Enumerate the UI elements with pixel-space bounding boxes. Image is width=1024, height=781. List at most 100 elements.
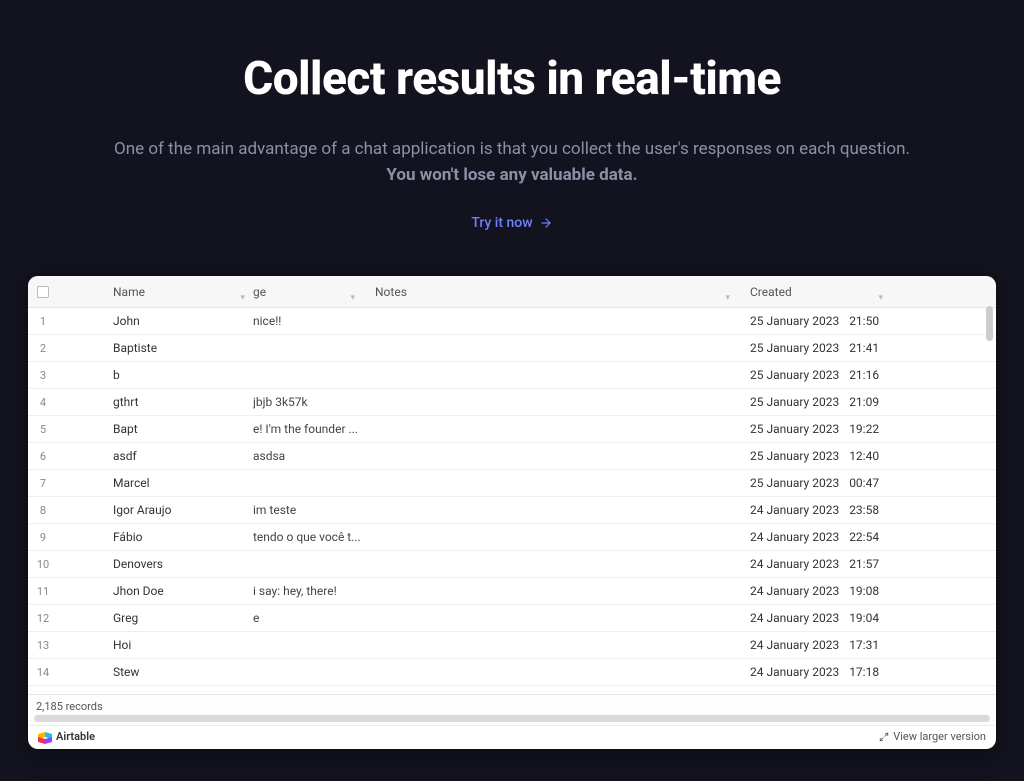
select-all-checkbox[interactable] — [37, 286, 49, 298]
cell-age[interactable]: tendo o que você t... — [253, 530, 363, 544]
cell-name[interactable]: Jhon Doe — [58, 584, 253, 598]
table-row[interactable]: 10Denovers24 January 202321:57 — [28, 551, 996, 578]
airtable-embed: Name ▾ ge ▾ Notes ▾ Created ▾ 1Johnnice!… — [28, 276, 996, 749]
cell-name[interactable]: John — [58, 314, 253, 328]
table-row[interactable]: 14Stew24 January 202317:18 — [28, 659, 996, 686]
cell-name[interactable]: gthrt — [58, 395, 253, 409]
table-row[interactable]: 9Fábiotendo o que você t...24 January 20… — [28, 524, 996, 551]
cell-created[interactable]: 24 January 202322:54 — [738, 530, 891, 544]
cell-age[interactable]: nice!! — [253, 314, 363, 328]
page-subtitle: One of the main advantage of a chat appl… — [0, 136, 1024, 163]
table-row[interactable]: 4gthrtjbjb 3k57k 25 January 2023 21:09 — [28, 389, 996, 416]
row-index: 4 — [28, 396, 58, 409]
cell-created[interactable]: 25 January 2023 21:09 — [738, 395, 891, 409]
cell-created[interactable]: 24 January 202317:18 — [738, 665, 891, 679]
cell-name[interactable]: Baptiste — [58, 341, 253, 355]
cell-name[interactable]: Hoi — [58, 638, 253, 652]
cell-created[interactable]: 25 January 202300:47 — [738, 476, 891, 490]
cell-age[interactable]: asdsa — [253, 449, 363, 463]
cell-date: 24 January 2023 — [750, 665, 839, 679]
cell-time: 21:09 — [849, 395, 879, 409]
cell-name[interactable]: asdf — [58, 449, 253, 463]
cell-name[interactable]: Fábio — [58, 530, 253, 544]
table-row[interactable]: 1Johnnice!!25 January 202321:50 — [28, 308, 996, 335]
cell-date: 24 January 2023 — [750, 584, 839, 598]
table-row[interactable]: 7Marcel25 January 202300:47 — [28, 470, 996, 497]
cell-time: 21:50 — [849, 314, 879, 328]
cell-time: 19:22 — [849, 422, 879, 436]
cell-date: 25 January 2023 — [750, 395, 839, 409]
try-it-now-link[interactable]: Try it now — [471, 215, 552, 231]
row-index: 13 — [28, 639, 58, 652]
cell-age[interactable]: e — [253, 611, 363, 625]
table-row[interactable]: 11Jhon Doei say: hey, there!24 January 2… — [28, 578, 996, 605]
horizontal-scrollbar-track[interactable] — [28, 715, 996, 725]
table-row[interactable]: 2Baptiste 25 January 202321:41 — [28, 335, 996, 362]
record-count: 2,185 records — [28, 694, 996, 715]
cell-date: 25 January 2023 — [750, 449, 839, 463]
cell-created[interactable]: 25 January 202321:16 — [738, 368, 891, 382]
column-header-name[interactable]: Name ▾ — [58, 285, 253, 299]
cell-created[interactable]: 24 January 202323:58 — [738, 503, 891, 517]
cell-created[interactable]: 25 January 2023 21:50 — [738, 314, 891, 328]
cell-created[interactable]: 25 January 202312:40 — [738, 449, 891, 463]
column-header-created[interactable]: Created ▾ — [738, 285, 891, 299]
horizontal-scrollbar[interactable] — [34, 715, 990, 722]
table-row[interactable]: 12Grege24 January 202319:04 — [28, 605, 996, 632]
cell-name[interactable]: Stew — [58, 665, 253, 679]
cell-date: 25 January 2023 — [750, 476, 839, 490]
cell-date: 24 January 2023 — [750, 638, 839, 652]
cell-name[interactable]: Greg — [58, 611, 253, 625]
vertical-scrollbar[interactable] — [986, 306, 993, 341]
column-header-age[interactable]: ge ▾ — [253, 285, 363, 299]
cell-date: 25 January 2023 — [750, 341, 839, 355]
table-header-row: Name ▾ ge ▾ Notes ▾ Created ▾ — [28, 276, 996, 308]
cell-time: 19:08 — [849, 584, 879, 598]
cell-created[interactable]: 24 January 2023 17:31 — [738, 638, 891, 652]
column-header-age-label: ge — [253, 285, 266, 299]
table-row[interactable]: 8Igor Araujoim teste24 January 202323:58 — [28, 497, 996, 524]
cell-age[interactable]: jbjb 3k57k — [253, 395, 363, 409]
table-row[interactable]: 3b 25 January 202321:16 — [28, 362, 996, 389]
cell-age[interactable]: i say: hey, there! — [253, 584, 363, 598]
cell-age[interactable]: e! I'm the founder ... — [253, 422, 363, 436]
cell-name[interactable]: Marcel — [58, 476, 253, 490]
cell-time: 23:58 — [849, 503, 879, 517]
page-subtitle-bold: You won't lose any valuable data. — [0, 165, 1024, 185]
chevron-down-icon: ▾ — [725, 293, 730, 303]
airtable-brand-label: Airtable — [56, 730, 95, 743]
cell-time: 22:54 — [849, 530, 879, 544]
cell-created[interactable]: 24 January 2023 19:08 — [738, 584, 891, 598]
row-index: 3 — [28, 369, 58, 382]
cell-name[interactable]: Bapt — [58, 422, 253, 436]
cell-created[interactable]: 24 January 202319:04 — [738, 611, 891, 625]
cell-name[interactable]: Denovers — [58, 557, 253, 571]
cell-date: 24 January 2023 — [750, 611, 839, 625]
view-larger-link[interactable]: View larger version — [879, 730, 986, 743]
cell-created[interactable]: 25 January 202321:41 — [738, 341, 891, 355]
cell-time: 17:31 — [849, 638, 879, 652]
column-header-notes[interactable]: Notes ▾ — [363, 285, 738, 299]
cell-date: 24 January 2023 — [750, 557, 839, 571]
row-index: 2 — [28, 342, 58, 355]
table-row[interactable]: 6asdfasdsa 25 January 202312:40 — [28, 443, 996, 470]
expand-icon — [879, 732, 889, 742]
row-index: 6 — [28, 450, 58, 463]
table-row[interactable]: 13Hoi 24 January 2023 17:31 — [28, 632, 996, 659]
chevron-down-icon: ▾ — [350, 293, 355, 303]
cell-created[interactable]: 24 January 2023 21:57 — [738, 557, 891, 571]
cell-name[interactable]: Igor Araujo — [58, 503, 253, 517]
column-header-created-label: Created — [750, 285, 792, 299]
cell-time: 21:57 — [849, 557, 879, 571]
cell-date: 25 January 2023 — [750, 422, 839, 436]
airtable-icon — [38, 731, 52, 743]
select-all-cell[interactable] — [28, 286, 58, 298]
cell-date: 25 January 2023 — [750, 314, 839, 328]
row-index: 5 — [28, 423, 58, 436]
cell-name[interactable]: b — [58, 368, 253, 382]
airtable-logo[interactable]: Airtable — [38, 730, 95, 743]
cell-age[interactable]: im teste — [253, 503, 363, 517]
table-row[interactable]: 5Bapte! I'm the founder ... 25 January 20… — [28, 416, 996, 443]
cell-created[interactable]: 25 January 2023 19:22 — [738, 422, 891, 436]
chevron-down-icon: ▾ — [240, 293, 245, 303]
